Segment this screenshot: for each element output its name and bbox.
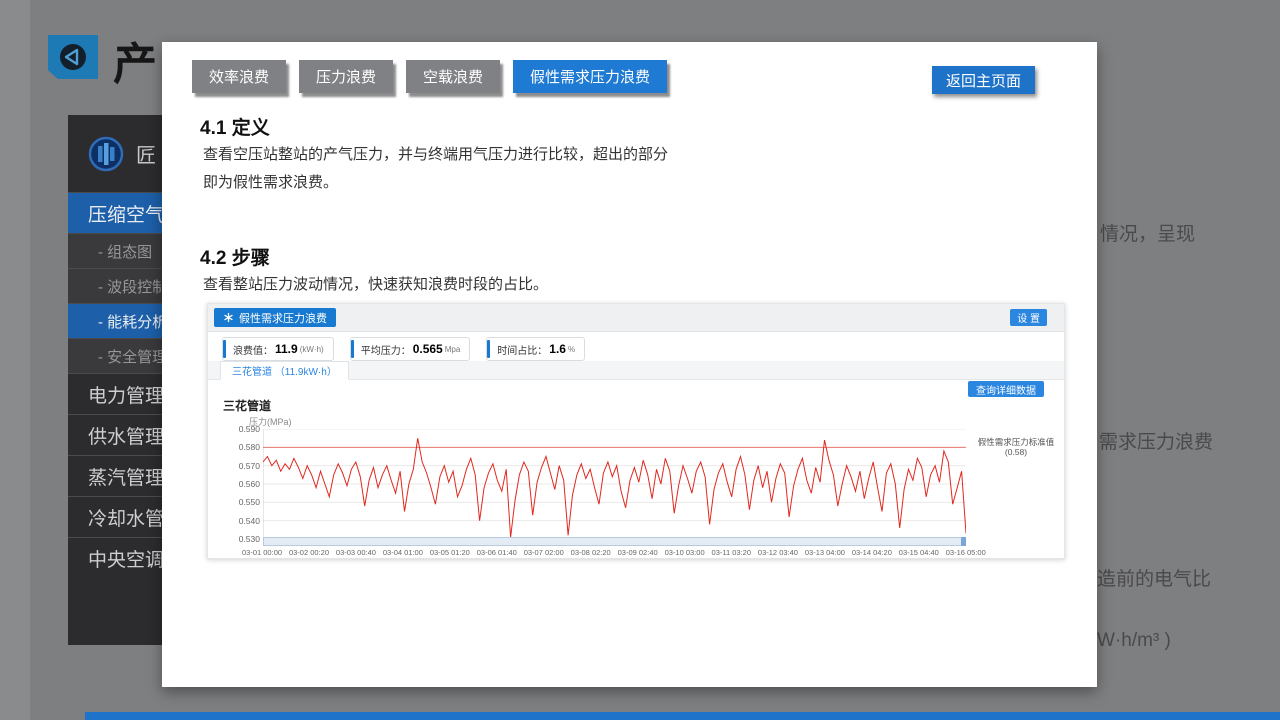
y-tick-label: 0.550: [239, 497, 260, 507]
stat-label: 浪费值：: [233, 342, 273, 357]
x-tick-label: 03-10 03:00: [665, 548, 705, 557]
y-axis-labels: 0.5900.5800.5700.5600.5500.5400.530: [222, 429, 260, 539]
stat-value: 1.6: [549, 342, 566, 356]
stat-waste-value: 浪费值： 11.9 (kW·h): [222, 337, 334, 361]
y-tick-label: 0.540: [239, 516, 260, 526]
back-logo[interactable]: [48, 35, 98, 79]
bottom-blue-bar: [85, 712, 1280, 720]
stat-label: 平均压力：: [361, 342, 411, 357]
threshold-label: 假性需求压力标准值: [970, 437, 1062, 447]
x-tick-label: 03-07 02:00: [524, 548, 564, 557]
chart-plot: [263, 429, 966, 539]
stat-unit: Mpa: [445, 345, 461, 354]
badge-icon: [223, 312, 234, 323]
stat-average-pressure: 平均压力： 0.565 Mpa: [350, 337, 471, 361]
tab-false-demand-pressure-waste[interactable]: 假性需求压力浪费: [513, 60, 667, 93]
y-tick-label: 0.560: [239, 479, 260, 489]
x-tick-label: 03-01 00:00: [242, 548, 282, 557]
dashboard-header: [208, 304, 1064, 332]
chart-title: 三花管道: [223, 397, 271, 414]
section-definition-heading: 4.1 定义: [200, 113, 270, 140]
y-tick-label: 0.580: [239, 442, 260, 452]
section-definition-body: 查看空压站整站的产气压力，并与终端用气压力进行比较，超出的部分 即为假性需求浪费…: [203, 141, 743, 197]
tab-pressure-waste[interactable]: 压力浪费: [299, 60, 393, 93]
sidebar-brand-label: 匠: [136, 139, 156, 168]
x-tick-label: 03-03 00:40: [336, 548, 376, 557]
background-text-fragment: 需求压力浪费: [1099, 427, 1213, 454]
section-steps-heading: 4.2 步骤: [200, 243, 270, 270]
background-text-fragment: 造前的电气比: [1097, 564, 1211, 591]
tab-efficiency-waste[interactable]: 效率浪费: [192, 60, 286, 93]
y-tick-label: 0.530: [239, 534, 260, 544]
stat-time-ratio: 时间占比： 1.6 %: [486, 337, 585, 361]
y-tick-label: 0.590: [239, 424, 260, 434]
x-tick-label: 03-13 04:00: [805, 548, 845, 557]
x-tick-label: 03-05 01:20: [430, 548, 470, 557]
stat-value: 0.565: [413, 342, 443, 356]
x-tick-label: 03-09 02:40: [618, 548, 658, 557]
section-steps-body: 查看整站压力波动情况，快速获知浪费时段的占比。: [203, 271, 743, 299]
stat-unit: (kW·h): [300, 345, 324, 354]
tab-idle-waste[interactable]: 空载浪费: [406, 60, 500, 93]
pressure-line-chart: [263, 429, 966, 539]
left-gutter: [0, 0, 30, 720]
x-tick-label: 03-12 03:40: [758, 548, 798, 557]
background-text-fragment: W·h/m³ ): [1097, 630, 1171, 652]
threshold-annotation: 假性需求压力标准值 (0.58): [970, 437, 1062, 457]
back-arrow-icon: [55, 39, 91, 75]
tab-sanhua-pipeline[interactable]: 三花管道 （11.9kW·h）: [220, 361, 349, 380]
background-text-fragment: 情况，呈现: [1100, 219, 1195, 246]
screen: 产品 匠 压缩空气- 组态图- 波段控制- 能耗分析- 安全管理电力管理供水管理…: [0, 0, 1280, 720]
sidebar-brand-icon: [88, 136, 124, 172]
dashboard-title-label: 假性需求压力浪费: [239, 310, 327, 326]
pipe-tab-row: 三花管道 （11.9kW·h）: [208, 361, 1064, 380]
stats-row: 浪费值： 11.9 (kW·h) 平均压力： 0.565 Mpa 时间占比： 1…: [222, 337, 585, 361]
dashboard-title-badge[interactable]: 假性需求压力浪费: [214, 308, 336, 327]
datazoom-slider[interactable]: [263, 537, 966, 546]
x-tick-label: 03-08 02:20: [571, 548, 611, 557]
settings-button[interactable]: 设 置: [1010, 309, 1047, 326]
waste-tabs: 效率浪费 压力浪费 空载浪费 假性需求压力浪费: [192, 60, 667, 93]
x-tick-label: 03-15 04:40: [899, 548, 939, 557]
dashboard-screenshot: 假性需求压力浪费 设 置 浪费值： 11.9 (kW·h) 平均压力： 0.56…: [207, 303, 1065, 559]
query-detail-button[interactable]: 查询详细数据: [968, 381, 1044, 397]
stat-label: 时间占比：: [497, 342, 547, 357]
x-tick-label: 03-04 01:00: [383, 548, 423, 557]
x-tick-label: 03-06 01:40: [477, 548, 517, 557]
x-tick-label: 03-16 05:00: [946, 548, 986, 557]
stat-value: 11.9: [275, 342, 298, 356]
x-axis-labels: 03-01 00:00 03-02 00:20 03-03 00:40 03-04 0…: [242, 548, 986, 557]
x-tick-label: 03-14 04:20: [852, 548, 892, 557]
back-to-main-button[interactable]: 返回主页面: [932, 66, 1035, 94]
waste-detail-modal: 效率浪费 压力浪费 空载浪费 假性需求压力浪费 返回主页面 4.1 定义 查看空…: [162, 42, 1097, 687]
y-tick-label: 0.570: [239, 461, 260, 471]
threshold-value: (0.58): [970, 447, 1062, 457]
x-tick-label: 03-11 03:20: [712, 548, 751, 557]
x-tick-label: 03-02 00:20: [289, 548, 329, 557]
stat-unit: %: [568, 345, 575, 354]
